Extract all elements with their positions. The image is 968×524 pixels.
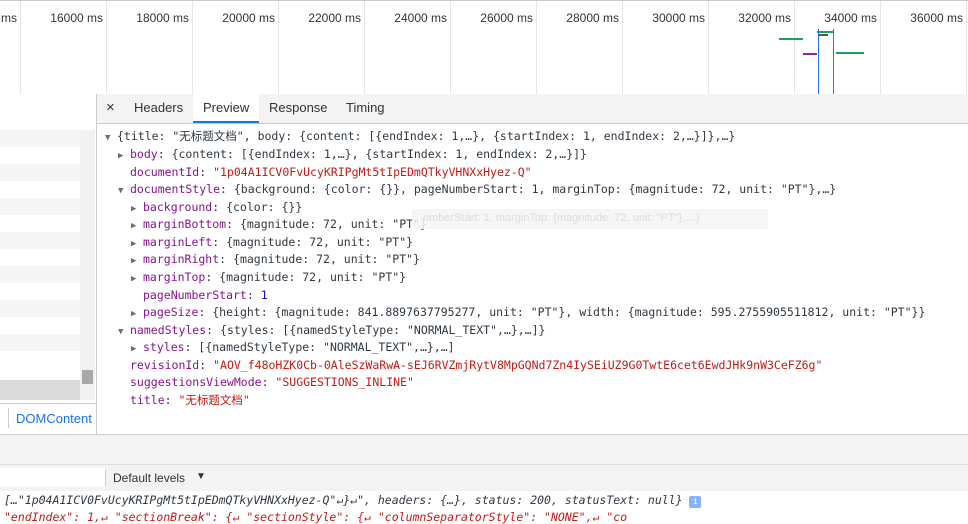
console-line-text: […"1p04A1ICV0FvUcyKRIPgMt5tIpEDmQTkyVHNX…: [4, 493, 683, 507]
request-row[interactable]: [0, 300, 80, 317]
expanded-triangle-icon[interactable]: ▼: [105, 130, 117, 147]
waterfall-dark-bar: [818, 34, 828, 36]
tree-item-documentId: documentId: "1p04A1ICV0FvUcyKRIPgMt5tIpE…: [130, 165, 532, 179]
tree-item-documentStyle[interactable]: ▼ documentStyle: {background: {color: {}}…: [118, 181, 836, 198]
request-row[interactable]: [0, 266, 80, 283]
console-line: "endIndex": 1,↵ "sectionBreak": {↵ "sect…: [4, 510, 627, 524]
timeline-gridline: [966, 1, 967, 94]
timeline-tick-label: 20000 ms: [222, 11, 275, 25]
request-row[interactable]: [0, 249, 80, 266]
tree-item-body[interactable]: ▶ body: {content: [{endIndex: 1,…}, {star…: [118, 146, 587, 163]
request-row[interactable]: [0, 181, 80, 198]
collapsed-triangle-icon[interactable]: ▶: [131, 271, 143, 288]
timeline-tick-label: 30000 ms: [652, 11, 705, 25]
timeline-gridline: [278, 1, 279, 94]
timeline-tick-label: 18000 ms: [136, 11, 189, 25]
request-row[interactable]: [0, 351, 80, 368]
left-panel-divider: [0, 403, 96, 404]
timeline-gridline: [192, 1, 193, 94]
tree-item-marginLeft[interactable]: ▶ marginLeft: {magnitude: 72, unit: "PT"}: [131, 234, 413, 251]
timeline-tick-label: ms: [1, 11, 17, 25]
scrollbar-track[interactable]: [80, 130, 95, 400]
waterfall-green-bar-3: [836, 52, 864, 54]
timeline-tick-label: 34000 ms: [824, 11, 877, 25]
tree-item-background[interactable]: ▶ background: {color: {}}: [131, 199, 302, 216]
detail-tab-bar: × Headers Preview Response Timing: [97, 94, 968, 124]
waterfall-purple-bar: [803, 53, 817, 55]
timeline-tick-label: 22000 ms: [308, 11, 361, 25]
tab-preview[interactable]: Preview: [193, 94, 260, 123]
timeline-tick-label: 36000 ms: [910, 11, 963, 25]
timeline-gridline: [536, 1, 537, 94]
request-row-selected[interactable]: [0, 380, 80, 400]
scrollbar-thumb[interactable]: [82, 370, 93, 384]
request-row[interactable]: [0, 147, 80, 164]
collapsed-triangle-icon[interactable]: ▶: [131, 253, 143, 270]
console-toolbar: Default levels ▼: [0, 464, 968, 492]
collapsed-triangle-icon[interactable]: ▶: [131, 306, 143, 323]
expanded-triangle-icon[interactable]: ▼: [118, 183, 130, 200]
waterfall-green-bar-2: [817, 31, 833, 33]
tree-item-marginBottom[interactable]: ▶ marginBottom: {magnitude: 72, unit: "PT…: [131, 216, 427, 233]
timeline-gridline: [708, 1, 709, 94]
timeline-overview[interactable]: ms 16000 ms 18000 ms 20000 ms 22000 ms 24000 …: [0, 0, 968, 94]
preview-panel: ▼ {title: "无标题文档", body: {content: [{endI…: [97, 124, 968, 434]
console-line: […"1p04A1ICV0FvUcyKRIPgMt5tIpEDmQTkyVHNX…: [4, 493, 702, 508]
console-line-text: "endIndex": 1,↵ "sectionBreak": {↵ "sect…: [4, 510, 628, 524]
waterfall-blue-line: [818, 29, 819, 94]
timeline-gridline: [622, 1, 623, 94]
waterfall-red-line: [833, 29, 834, 94]
request-row[interactable]: [0, 215, 80, 232]
request-row[interactable]: [0, 164, 80, 181]
console-filter-input[interactable]: [0, 468, 105, 487]
info-icon[interactable]: i: [689, 496, 702, 508]
tree-item-title: title: "无标题文档": [130, 393, 250, 407]
request-row[interactable]: [0, 198, 80, 215]
tab-response[interactable]: Response: [259, 94, 338, 122]
close-icon[interactable]: ×: [97, 94, 124, 122]
tree-item-namedStyles[interactable]: ▼ namedStyles: {styles: [{namedStyleType:…: [118, 322, 545, 339]
timeline-gridline: [794, 1, 795, 94]
tree-root[interactable]: ▼ {title: "无标题文档", body: {content: [{endI…: [105, 128, 735, 145]
console-output: […"1p04A1ICV0FvUcyKRIPgMt5tIpEDmQTkyVHNX…: [0, 491, 968, 524]
timeline-gridline: [106, 1, 107, 94]
tab-timing[interactable]: Timing: [336, 94, 395, 122]
hover-tooltip-text: umberStart: 1, marginTop: {magnitude: 72…: [423, 212, 700, 224]
timeline-tick-label: 28000 ms: [566, 11, 619, 25]
request-row[interactable]: [0, 283, 80, 300]
chevron-down-icon[interactable]: ▼: [196, 471, 206, 482]
timeline-tick-label: 32000 ms: [738, 11, 791, 25]
request-row[interactable]: [0, 334, 80, 351]
request-row[interactable]: [0, 317, 80, 334]
collapsed-triangle-icon[interactable]: ▶: [131, 218, 143, 235]
tab-headers[interactable]: Headers: [124, 94, 193, 122]
console-toolbar-divider: [105, 470, 106, 486]
tree-item-pageSize[interactable]: ▶ pageSize: {height: {magnitude: 841.8897…: [131, 304, 925, 321]
tree-item-suggestionsViewMode: suggestionsViewMode: "SUGGESTIONS_INLINE…: [130, 375, 414, 389]
timeline-gridline: [364, 1, 365, 94]
timeline-gridline: [20, 1, 21, 94]
tree-item-styles[interactable]: ▶ styles: [{namedStyleType: "NORMAL_TEXT"…: [131, 339, 455, 356]
default-levels-dropdown[interactable]: Default levels: [113, 471, 185, 485]
waterfall-green-bar-1: [779, 38, 803, 40]
tree-item-marginRight[interactable]: ▶ marginRight: {magnitude: 72, unit: "PT"…: [131, 251, 420, 268]
expanded-triangle-icon[interactable]: ▼: [118, 324, 130, 341]
tree-item-revisionId: revisionId: "AOV_f48oHZK0Cb-0AleSzWaRwA-…: [130, 358, 823, 372]
left-panel-footer-divider: [8, 408, 9, 428]
timeline-tick-label: 16000 ms: [50, 11, 103, 25]
collapsed-triangle-icon[interactable]: ▶: [118, 148, 130, 165]
tree-item-pageNumberStart: pageNumberStart: 1: [143, 288, 268, 302]
timeline-gridline: [880, 1, 881, 94]
request-list-panel[interactable]: DOMContent: [0, 94, 97, 434]
drawer-separator: [0, 434, 968, 465]
domcontent-label: DOMContent: [16, 411, 92, 426]
request-row[interactable]: [0, 130, 80, 147]
collapsed-triangle-icon[interactable]: ▶: [131, 341, 143, 358]
timeline-gridline: [450, 1, 451, 94]
timeline-tick-label: 26000 ms: [480, 11, 533, 25]
timeline-tick-label: 24000 ms: [394, 11, 447, 25]
tree-item-marginTop[interactable]: ▶ marginTop: {magnitude: 72, unit: "PT"}: [131, 269, 406, 286]
request-row[interactable]: [0, 232, 80, 249]
